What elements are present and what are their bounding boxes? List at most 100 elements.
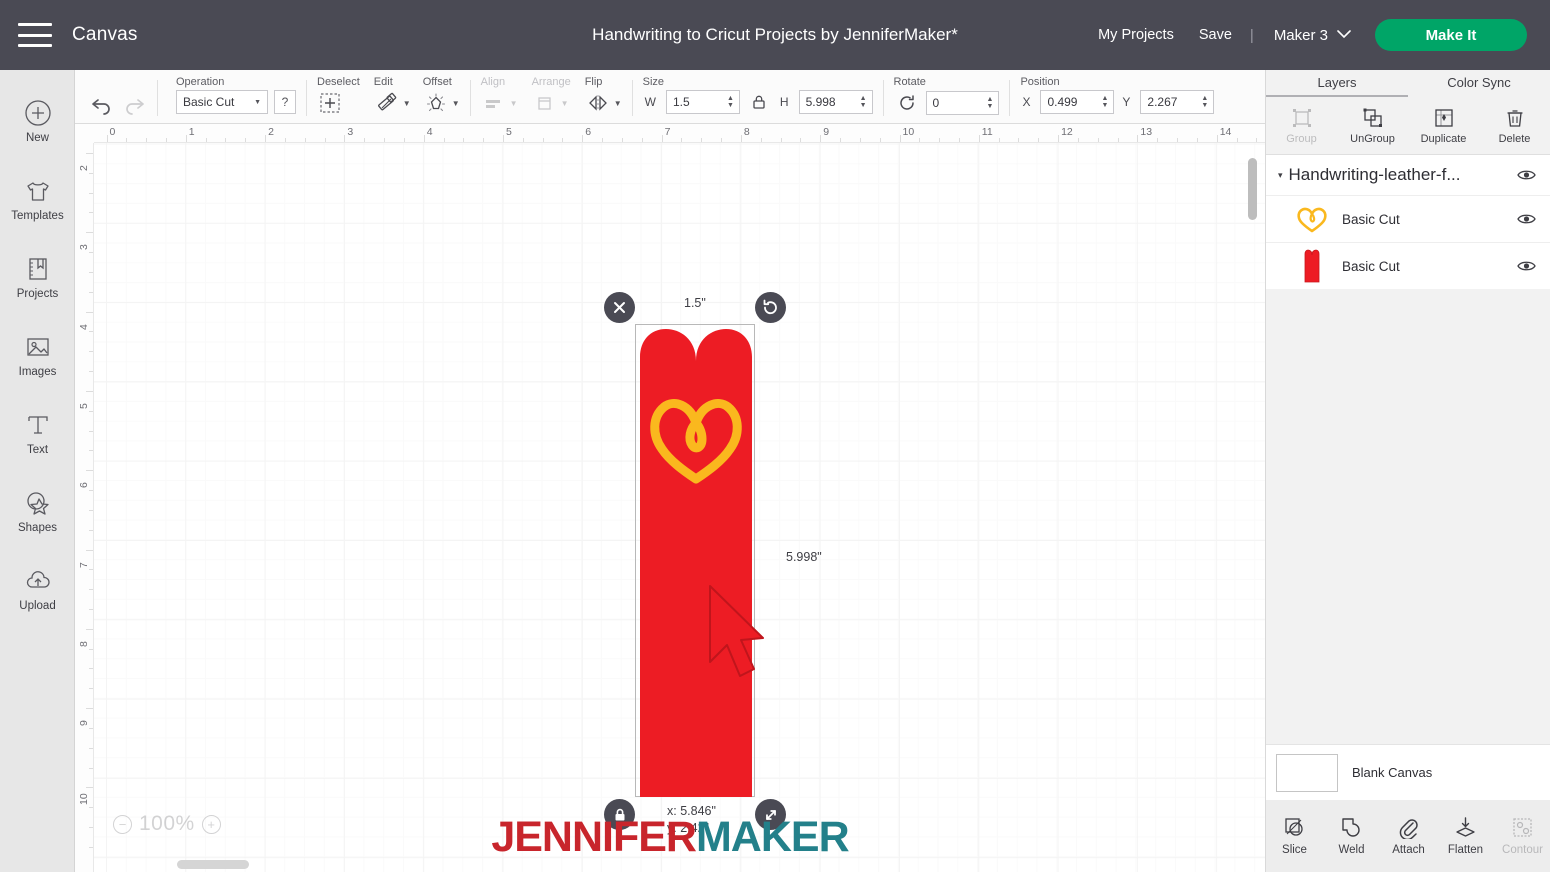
offset-button[interactable]: [423, 90, 449, 116]
ruler-left-tick: [86, 708, 93, 710]
flip-label: Flip: [584, 76, 603, 88]
edit-caret-icon[interactable]: ▼: [403, 99, 411, 108]
height-field[interactable]: ▲▼: [798, 90, 873, 114]
duplicate-button[interactable]: Duplicate: [1408, 97, 1479, 154]
width-field[interactable]: ▲▼: [665, 90, 740, 114]
eye-icon[interactable]: [1517, 259, 1536, 273]
bookmark-artwork[interactable]: [636, 325, 756, 798]
operation-label: Operation: [176, 76, 225, 88]
ruler-top-tick: [602, 138, 604, 142]
redo-button[interactable]: [121, 92, 147, 118]
tab-color-sync[interactable]: Color Sync: [1408, 70, 1550, 97]
sidebar-item-text[interactable]: Text: [0, 394, 75, 472]
height-input[interactable]: [805, 95, 858, 109]
y-input[interactable]: [1147, 95, 1200, 109]
layer-row[interactable]: Basic Cut: [1266, 195, 1550, 242]
ruler-left-tick-label: 4: [78, 323, 90, 330]
attach-button[interactable]: Attach: [1380, 816, 1437, 856]
machine-selector[interactable]: Maker 3: [1274, 27, 1351, 44]
vertical-scrollbar-thumb[interactable]: [1248, 158, 1257, 220]
ruler-top-tick: [939, 138, 941, 142]
sidebar-item-projects[interactable]: Projects: [0, 238, 75, 316]
sidebar-item-new[interactable]: New: [0, 82, 75, 160]
slice-button[interactable]: Slice: [1266, 816, 1323, 856]
x-stepper[interactable]: ▲ ▼: [1101, 95, 1111, 109]
ruler-left-tick: [89, 450, 93, 452]
save-link[interactable]: Save: [1199, 27, 1232, 43]
flip-button[interactable]: [585, 90, 611, 116]
offset-caret-icon[interactable]: ▼: [452, 99, 460, 108]
paperclip-icon: [1397, 816, 1420, 841]
group-button[interactable]: Group: [1266, 97, 1337, 154]
width-stepper[interactable]: ▲ ▼: [727, 95, 737, 109]
zoom-in-button[interactable]: +: [201, 814, 221, 834]
operation-select[interactable]: Basic Cut ▼: [176, 90, 268, 114]
y-stepper[interactable]: ▲ ▼: [1201, 95, 1211, 109]
tab-layers[interactable]: Layers: [1266, 70, 1408, 97]
hamburger-menu-icon[interactable]: [18, 23, 52, 47]
horizontal-scrollbar[interactable]: [97, 860, 1257, 869]
delete-button[interactable]: Delete: [1479, 97, 1550, 154]
contour-button[interactable]: Contour: [1494, 816, 1550, 856]
sidebar-item-upload[interactable]: Upload: [0, 550, 75, 628]
resize-handle-button[interactable]: [755, 799, 786, 830]
flip-caret-icon[interactable]: ▼: [614, 99, 622, 108]
arrange-button[interactable]: [532, 90, 558, 116]
weld-button[interactable]: Weld: [1323, 816, 1380, 856]
layer-group-row[interactable]: ▾ Handwriting-leather-f...: [1266, 155, 1550, 195]
ruler-top-tick-label: 10: [902, 126, 915, 138]
rotate-handle-button[interactable]: [755, 292, 786, 323]
zoom-control[interactable]: − 100% +: [113, 812, 221, 836]
rotate-field[interactable]: ▲▼: [925, 91, 1000, 115]
ruler-top-tick: [998, 138, 1000, 142]
align-caret-icon[interactable]: ▼: [510, 99, 518, 108]
height-stepper[interactable]: ▲ ▼: [860, 95, 870, 109]
rotate-input[interactable]: [932, 96, 985, 110]
eye-icon[interactable]: [1517, 168, 1536, 182]
tshirt-icon: [23, 176, 53, 206]
canvas-type-row[interactable]: Blank Canvas: [1266, 744, 1550, 800]
flatten-button[interactable]: Flatten: [1437, 816, 1494, 856]
ruler-top-tick: [1058, 135, 1060, 142]
operation-help-button[interactable]: ?: [274, 90, 296, 114]
lock-aspect-icon[interactable]: [750, 93, 768, 111]
ruler-top-tick: [483, 138, 485, 142]
ruler-left-tick: [89, 371, 93, 373]
layer-row[interactable]: Basic Cut: [1266, 242, 1550, 289]
bottom-tools-bar: Slice Weld Attach Flatten Contour: [1266, 800, 1550, 872]
ruler-top-tick-label: 12: [1061, 126, 1073, 138]
chevron-down-icon[interactable]: ▾: [1278, 170, 1283, 181]
arrange-label: Arrange: [531, 76, 571, 88]
y-field[interactable]: ▲▼: [1140, 90, 1215, 114]
lock-handle-button[interactable]: [604, 799, 635, 830]
weld-label: Weld: [1338, 844, 1365, 856]
rotate-stepper[interactable]: ▲ ▼: [987, 96, 997, 110]
align-button[interactable]: [481, 90, 507, 116]
sidebar-label-projects: Projects: [16, 288, 59, 300]
x-input[interactable]: [1047, 95, 1100, 109]
canvas-type-swatch[interactable]: [1276, 753, 1338, 792]
selected-object-bbox[interactable]: [635, 324, 755, 797]
design-canvas[interactable]: 1.5" 5.998" x: 5.846" y: 2.42" 012345678…: [75, 124, 1265, 872]
my-projects-link[interactable]: My Projects: [1098, 27, 1174, 43]
ungroup-button[interactable]: UnGroup: [1337, 97, 1408, 154]
horizontal-scrollbar-thumb[interactable]: [177, 860, 249, 869]
sidebar-item-shapes[interactable]: Shapes: [0, 472, 75, 550]
ruler-top-tick: [443, 138, 445, 142]
undo-button[interactable]: [89, 92, 115, 118]
deselect-button[interactable]: [317, 90, 343, 116]
ruler-left-tick: [86, 628, 93, 630]
zoom-out-button[interactable]: −: [113, 814, 132, 834]
edit-button[interactable]: [374, 90, 400, 116]
offset-label: Offset: [422, 76, 452, 88]
width-input[interactable]: [672, 95, 725, 109]
vertical-scrollbar[interactable]: [1248, 158, 1257, 853]
ungroup-label: UnGroup: [1350, 132, 1395, 145]
sidebar-item-images[interactable]: Images: [0, 316, 75, 394]
eye-icon[interactable]: [1517, 212, 1536, 226]
x-field[interactable]: ▲▼: [1040, 90, 1115, 114]
arrange-caret-icon[interactable]: ▼: [561, 99, 569, 108]
delete-handle-button[interactable]: [604, 292, 635, 323]
make-it-button[interactable]: Make It: [1375, 19, 1527, 51]
sidebar-item-templates[interactable]: Templates: [0, 160, 75, 238]
